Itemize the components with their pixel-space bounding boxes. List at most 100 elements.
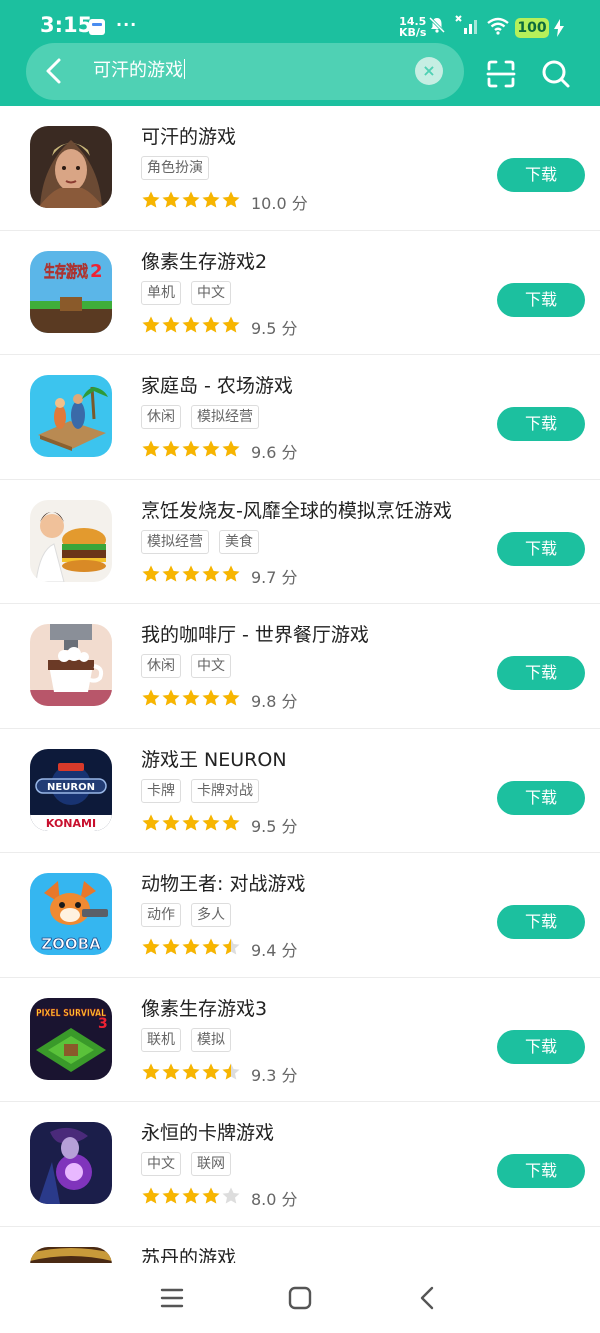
- icon-text: 生存游戏: [44, 262, 88, 281]
- star-full-icon: [222, 440, 240, 457]
- download-button[interactable]: 下载: [497, 158, 585, 192]
- app-row[interactable]: PIXEL SURVIVAL 3 像素生存游戏3 联机 模拟 9.3 分 下载: [0, 978, 600, 1102]
- app-rating: 9.5 分: [141, 315, 298, 339]
- app-name: 烹饪发烧友-风靡全球的模拟烹饪游戏: [141, 499, 452, 522]
- star-full-icon: [202, 440, 220, 457]
- app-row[interactable]: 家庭岛 - 农场游戏 休闲 模拟经营 9.6 分 下载: [0, 355, 600, 480]
- star-full-icon: [142, 1187, 160, 1204]
- app-row[interactable]: 生存游戏 2 像素生存游戏2 单机 中文 9.5 分 下载: [0, 231, 600, 355]
- download-button[interactable]: 下载: [497, 407, 585, 441]
- app-row[interactable]: 我的咖啡厅 - 世界餐厅游戏 休闲 中文 9.8 分 下载: [0, 604, 600, 729]
- search-input[interactable]: 可汗的游戏: [93, 58, 185, 84]
- star-full-icon: [182, 316, 200, 332]
- app-tag: 休闲: [141, 405, 181, 429]
- star-half-icon: [222, 1063, 240, 1079]
- home-icon[interactable]: [285, 1283, 315, 1313]
- icon-text: ZOOBA: [41, 935, 101, 953]
- app-row[interactable]: NEURON KONAMI 游戏王 NEURON 卡牌 卡牌对战 9.5 分 下…: [0, 729, 600, 853]
- star-full-icon: [202, 938, 220, 955]
- star-full-icon: [142, 191, 160, 208]
- chef-burger-icon[interactable]: [30, 499, 112, 582]
- eternal-card-icon[interactable]: [30, 1122, 112, 1204]
- app-tags: 动作 多人: [141, 903, 231, 927]
- download-button[interactable]: 下载: [497, 1029, 585, 1064]
- star-full-icon: [162, 440, 180, 457]
- app-row[interactable]: ZOOBA 动物王者: 对战游戏 动作 多人 9.4 分 下载: [0, 853, 600, 978]
- app-score: 8.0 分: [251, 1190, 298, 1209]
- download-button[interactable]: 下载: [497, 656, 585, 690]
- star-full-icon: [162, 316, 180, 332]
- app-tag: 中文: [191, 654, 231, 678]
- app-rating: 9.8 分: [141, 688, 298, 712]
- app-tags: 休闲 中文: [141, 654, 231, 678]
- island-raft-icon[interactable]: [30, 375, 112, 457]
- app-tag: 美食: [219, 529, 259, 554]
- bell-muted-icon: [428, 16, 446, 34]
- star-full-icon: [222, 814, 240, 830]
- search-bar[interactable]: [26, 43, 464, 100]
- download-button[interactable]: 下载: [497, 531, 585, 566]
- app-tag: 单机: [141, 280, 181, 305]
- app-rating: 9.6 分: [141, 439, 298, 463]
- app-tag: 联机: [141, 1027, 181, 1052]
- app-name: 动物王者: 对战游戏: [141, 873, 306, 895]
- star-full-icon: [162, 565, 180, 581]
- search-icon[interactable]: [540, 58, 572, 90]
- app-tag: 模拟: [191, 1027, 231, 1052]
- calendar-icon: [89, 19, 105, 35]
- download-button[interactable]: 下载: [497, 780, 585, 815]
- scan-icon[interactable]: [485, 58, 517, 90]
- icon-text: PIXEL SURVIVAL: [36, 1008, 106, 1019]
- star-full-icon: [202, 1063, 220, 1079]
- star-full-icon: [182, 440, 200, 457]
- app-tag: 模拟经营: [191, 405, 259, 429]
- app-tag: 休闲: [141, 654, 181, 678]
- icon-text: NEURON: [47, 782, 95, 793]
- app-rating: 8.0 分: [141, 1186, 298, 1210]
- icon-subtext: KONAMI: [46, 817, 96, 830]
- pixel-survival-3-icon[interactable]: PIXEL SURVIVAL 3: [30, 997, 112, 1080]
- warrior-portrait-icon[interactable]: [30, 126, 112, 208]
- yugioh-neuron-icon[interactable]: NEURON KONAMI: [30, 748, 112, 831]
- back-icon[interactable]: [413, 1283, 443, 1313]
- star-full-icon: [202, 191, 220, 208]
- menu-icon[interactable]: [157, 1283, 187, 1313]
- star-full-icon: [142, 938, 160, 955]
- star-full-icon: [222, 191, 240, 208]
- app-tag: 角色扮演: [141, 156, 209, 180]
- search-query: 可汗的游戏: [93, 60, 183, 81]
- charging-bolt-icon: [554, 19, 564, 37]
- star-full-icon: [182, 191, 200, 208]
- pixel-survival-2-icon[interactable]: 生存游戏 2: [30, 250, 112, 333]
- star-full-icon: [162, 1063, 180, 1079]
- status-time: 3:15: [40, 13, 93, 37]
- app-name: 家庭岛 - 农场游戏: [141, 375, 293, 397]
- star-full-icon: [182, 814, 200, 830]
- app-score: 10.0 分: [251, 194, 308, 213]
- clear-search-button[interactable]: ×: [415, 57, 443, 85]
- download-button[interactable]: 下载: [497, 905, 585, 939]
- zooba-fox-icon[interactable]: ZOOBA: [30, 873, 112, 955]
- app-rating: 10.0 分: [141, 190, 308, 214]
- star-full-icon: [142, 814, 160, 830]
- back-arrow-icon[interactable]: [38, 55, 70, 87]
- app-row[interactable]: 永恒的卡牌游戏 中文 联网 8.0 分 下载: [0, 1102, 600, 1227]
- app-name: 我的咖啡厅 - 世界餐厅游戏: [141, 624, 369, 646]
- rating-stars: [141, 439, 241, 463]
- coffee-cup-icon[interactable]: [30, 624, 112, 706]
- signal-icon: [455, 15, 477, 34]
- app-score: 9.5 分: [251, 816, 298, 836]
- app-tags: 模拟经营 美食: [141, 529, 259, 554]
- more-notifications-icon: ···: [116, 15, 138, 34]
- app-row[interactable]: 可汗的游戏 角色扮演 10.0 分 下载: [0, 106, 600, 231]
- rating-stars: [141, 688, 241, 712]
- app-row[interactable]: 烹饪发烧友-风靡全球的模拟烹饪游戏 模拟经营 美食 9.7 分 下载: [0, 480, 600, 604]
- app-tags: 中文 联网: [141, 1152, 231, 1176]
- star-full-icon: [182, 938, 200, 955]
- download-button[interactable]: 下载: [497, 282, 585, 317]
- app-tag: 中文: [191, 280, 231, 305]
- download-button[interactable]: 下载: [497, 1154, 585, 1188]
- rating-stars: [141, 813, 241, 837]
- star-full-icon: [162, 814, 180, 830]
- star-half-icon: [222, 938, 240, 955]
